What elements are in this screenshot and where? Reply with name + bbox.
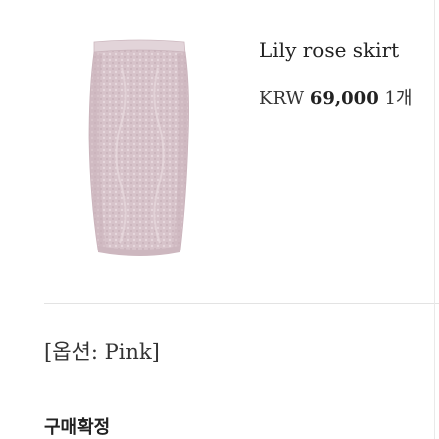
- price-amount: 69,000: [309, 88, 379, 109]
- quantity-label: 1개: [384, 88, 413, 109]
- price-line: KRW 69,000 1개: [259, 84, 412, 110]
- product-name[interactable]: Lily rose skirt: [259, 38, 399, 62]
- panel-border: [434, 0, 435, 439]
- divider: [44, 303, 439, 304]
- confirm-purchase-button[interactable]: 구매확정: [44, 413, 110, 439]
- currency-label: KRW: [259, 88, 305, 109]
- order-item-page: Lily rose skirt KRW 69,000 1개 [옵션: Pink]…: [0, 0, 439, 439]
- option-label: [옵션: Pink]: [44, 340, 160, 364]
- product-image[interactable]: [60, 28, 220, 278]
